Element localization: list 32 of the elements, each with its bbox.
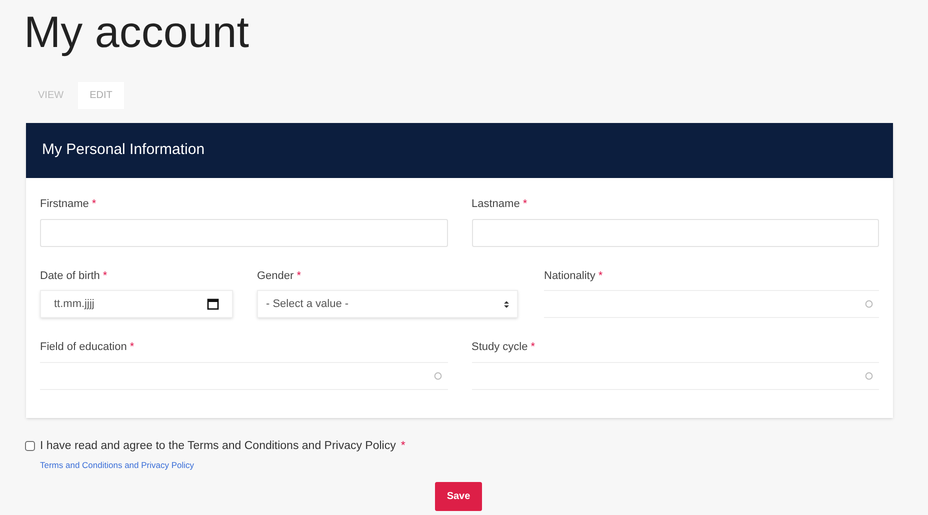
- page-title: My account: [24, 7, 250, 59]
- required-mark: *: [130, 340, 134, 355]
- field-label: Nationality: [544, 268, 596, 284]
- select-field[interactable]: - Select a value -: [257, 290, 518, 318]
- circle-icon: [865, 372, 873, 380]
- date-field[interactable]: tt.mm.jjjj: [40, 290, 233, 318]
- calendar-icon[interactable]: [207, 298, 219, 310]
- required-mark: *: [522, 197, 528, 212]
- section-title: My Personal Information: [42, 140, 205, 160]
- select-value: - Select a value -: [266, 296, 349, 312]
- field-label: Gender: [257, 268, 294, 284]
- field-label: Date of birth: [40, 268, 100, 284]
- required-mark: *: [530, 340, 536, 355]
- required-mark: *: [102, 268, 108, 284]
- field-label: Firstname: [40, 197, 89, 212]
- date-placeholder: tt.mm.jjjj: [54, 296, 94, 312]
- required-mark: *: [296, 268, 301, 284]
- terms-link[interactable]: Terms and Conditions and Privacy Policy: [40, 458, 194, 472]
- text-field[interactable]: [40, 218, 448, 246]
- field-label: Field of education: [40, 340, 127, 355]
- field-label: Lastname: [472, 197, 520, 212]
- agree-checkbox[interactable]: [25, 441, 35, 452]
- save-button[interactable]: Save: [435, 482, 482, 510]
- required-mark: *: [400, 438, 406, 454]
- field-label: Study cycle: [472, 340, 528, 355]
- agreement-label: I have read and agree to the Terms and Conditions and Privacy Policy: [40, 438, 396, 454]
- circle-icon: [865, 300, 873, 308]
- sort-arrows-icon: [504, 300, 509, 308]
- required-mark: *: [92, 197, 96, 212]
- required-mark: *: [598, 268, 603, 284]
- text-field[interactable]: [472, 218, 879, 246]
- circle-icon: [434, 372, 442, 380]
